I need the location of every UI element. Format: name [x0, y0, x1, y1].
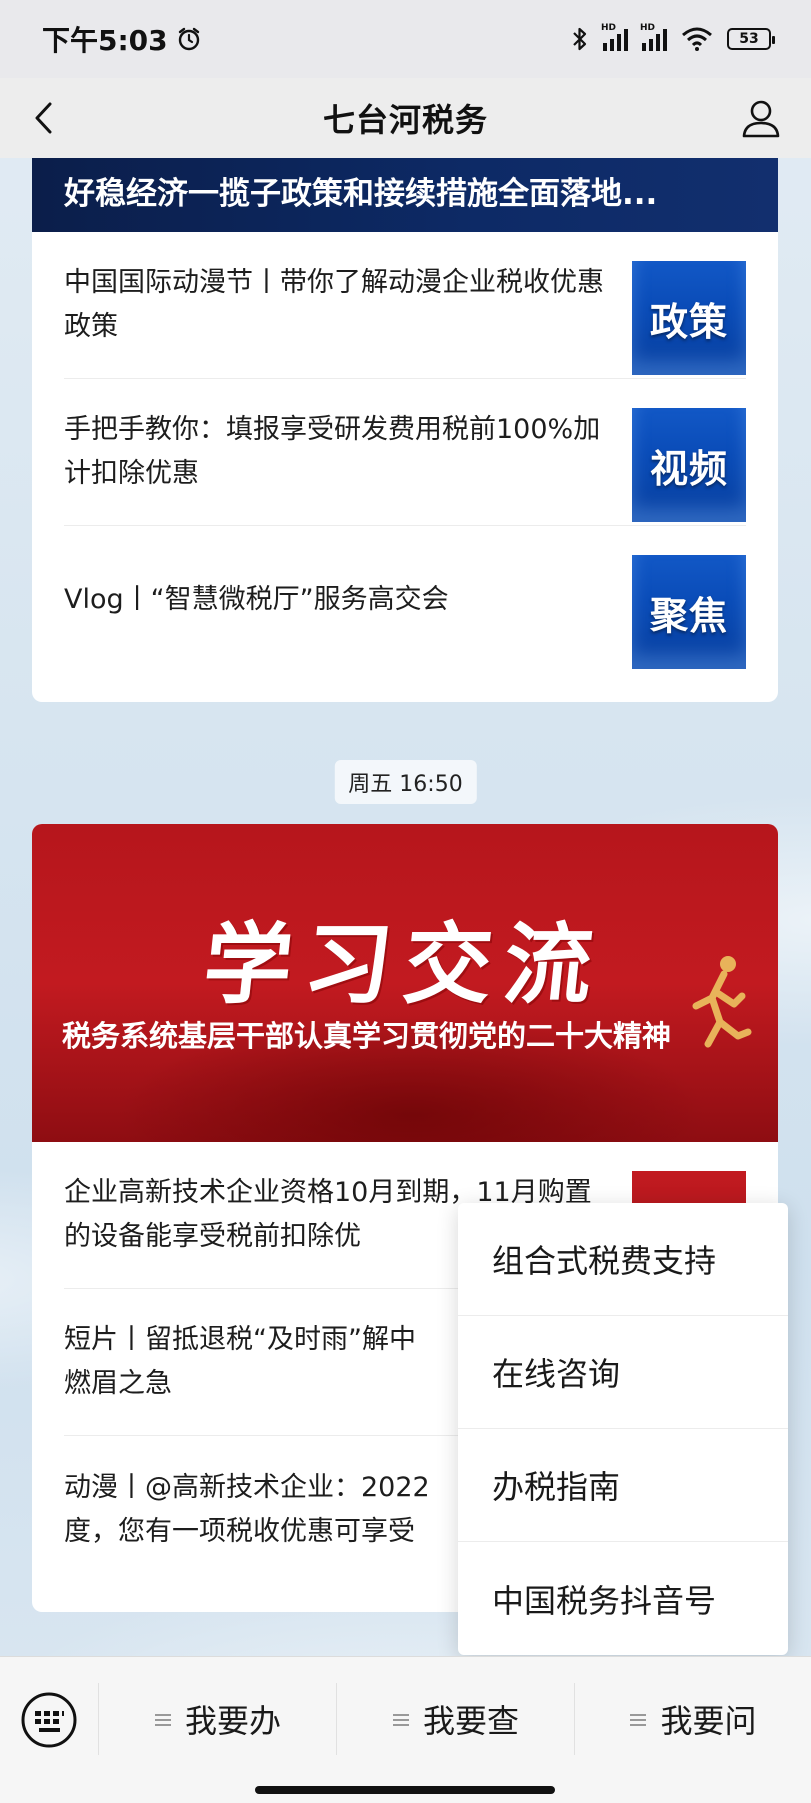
article-title-line: 度，您有一项税收优惠可享受: [64, 1515, 415, 1547]
article-title-line: 燃眉之急: [64, 1368, 172, 1399]
submenu-item-tax-guide[interactable]: 办税指南: [458, 1429, 788, 1542]
menu-lines-icon: [154, 1711, 171, 1727]
keyboard-icon[interactable]: [20, 1691, 78, 1749]
nav-bar: 七台河税务: [0, 78, 811, 158]
menu-tab-query[interactable]: 我要查: [338, 1681, 574, 1757]
submenu-popup: 组合式税费支持 在线咨询 办税指南 中国税务抖音号: [458, 1203, 788, 1655]
submenu-item-douyin-account[interactable]: 中国税务抖音号: [458, 1542, 788, 1655]
thumb-label: 视频: [649, 446, 728, 491]
menu-lines-icon: [392, 1711, 409, 1727]
home-indicator[interactable]: [255, 1786, 555, 1794]
menu-divider: [98, 1683, 99, 1755]
alarm-clock-icon: [178, 27, 199, 51]
menu-divider: [336, 1683, 337, 1755]
status-time: 下午5:03: [42, 24, 168, 57]
menu-tab-label: 我要问: [660, 1702, 757, 1740]
article-item[interactable]: Vlog丨“智慧微税厅”服务高交会 聚焦: [64, 526, 746, 673]
status-time-group: 下午5:03: [42, 19, 202, 59]
article-thumbnail: 政策: [632, 261, 746, 375]
article-title-line: 短片丨留抵退税“及时雨”解中: [64, 1324, 416, 1355]
article-thumbnail: 视频: [632, 408, 746, 522]
bluetooth-icon: [573, 27, 587, 51]
battery-level: 53: [739, 31, 759, 47]
article-item[interactable]: 中国国际动漫节丨带你了解动漫企业税收优惠政策 政策: [64, 232, 746, 379]
status-indicators: HD HD 53: [571, 23, 775, 53]
back-arrow-icon[interactable]: [28, 100, 64, 136]
submenu-item-online-consult[interactable]: 在线咨询: [458, 1316, 788, 1429]
menu-tab-handle[interactable]: 我要办: [100, 1681, 336, 1757]
thumb-label: 聚焦: [649, 593, 728, 638]
article-item[interactable]: 手把手教你：填报享受研发费用税前100%加计扣除优惠 视频: [64, 379, 746, 526]
hd-label: HD: [640, 23, 656, 33]
article-title-line: 动漫丨@高新技术企业：2022: [64, 1471, 430, 1503]
article-thumbnail: 聚焦: [632, 555, 746, 669]
card1-header-headline[interactable]: 好稳经济一揽子政策和接续措施全面落地...: [32, 158, 778, 232]
thumb-label: 政策: [649, 299, 728, 344]
bottom-menu-bar: 我要办 我要查 我要问: [0, 1656, 811, 1803]
status-bar: 下午5:03 HD HD 53: [0, 0, 811, 78]
signal-strength-icon-1: HD: [601, 23, 628, 51]
message-timestamp: 周五 16:50: [334, 760, 477, 804]
signal-strength-icon-2: HD: [640, 23, 667, 51]
battery-indicator: 53: [727, 28, 775, 50]
article-title: Vlog丨“智慧微税厅”服务高交会: [64, 583, 449, 615]
menu-lines-icon: [630, 1711, 647, 1727]
article-title: 中国国际动漫节丨带你了解动漫企业税收优惠政策: [64, 267, 604, 342]
menu-divider: [574, 1683, 575, 1755]
article-title: 手把手教你：填报享受研发费用税前100%加计扣除优惠: [64, 414, 601, 489]
wifi-icon: [682, 27, 712, 51]
page-title: 七台河税务: [322, 101, 488, 139]
banner-image[interactable]: 学习交流 税务系统基层干部认真学习贯彻党的二十大精神: [32, 824, 778, 1142]
article-card-1: 好稳经济一揽子政策和接续措施全面落地... 中国国际动漫节丨带你了解动漫企业税收…: [32, 158, 778, 702]
menu-tab-label: 我要办: [184, 1702, 281, 1740]
hd-label: HD: [601, 23, 617, 33]
menu-tab-label: 我要查: [422, 1702, 519, 1740]
banner-calligraphy-text: 学习交流: [198, 912, 610, 1016]
submenu-item-combined-tax-support[interactable]: 组合式税费支持: [458, 1203, 788, 1316]
user-profile-icon[interactable]: [739, 96, 783, 140]
banner-headline: 税务系统基层干部认真学习贯彻党的二十大精神: [62, 1019, 672, 1053]
menu-tab-ask[interactable]: 我要问: [576, 1681, 811, 1757]
